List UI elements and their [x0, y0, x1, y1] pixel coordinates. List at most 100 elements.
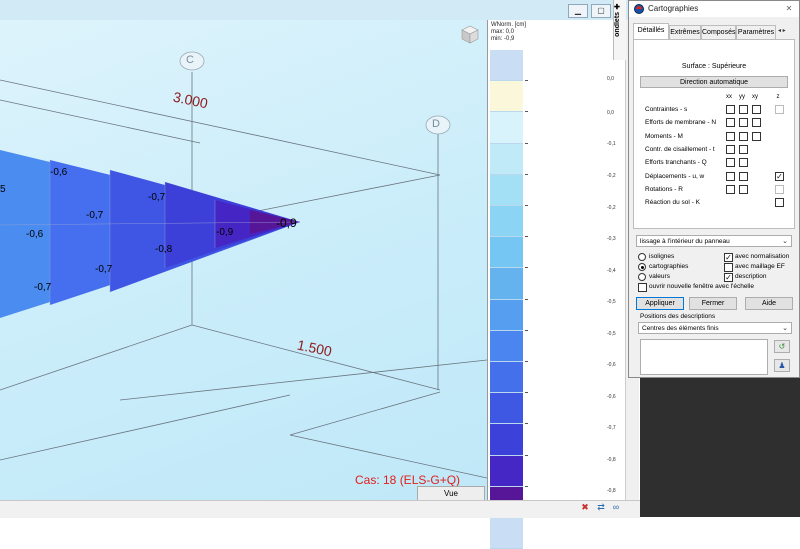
- result-checkbox-yy[interactable]: [739, 158, 748, 168]
- legend-level: 0,0: [607, 110, 614, 116]
- legend-level: -0,5: [607, 299, 616, 305]
- legend-tick: [525, 173, 528, 175]
- result-checkbox-xx[interactable]: [726, 118, 735, 128]
- description-checkbox[interactable]: ✓: [724, 273, 733, 282]
- apply-button[interactable]: Appliquer: [636, 297, 684, 310]
- legend-tick: [525, 298, 528, 300]
- refresh-icon[interactable]: ↺: [774, 340, 790, 353]
- tab-scroll-arrows[interactable]: ◂ ▸: [778, 27, 786, 34]
- result-checkbox-z[interactable]: [775, 198, 784, 208]
- legend-level: -0,7: [607, 425, 616, 431]
- link-icon[interactable]: ⇄: [594, 502, 608, 513]
- column-header-yy: yy: [739, 94, 745, 100]
- tab-composes[interactable]: Composés: [701, 25, 736, 39]
- view-cube-icon: [461, 25, 479, 44]
- 3d-viewport[interactable]: C D 3.000 1.500 -0,6 -0,7 -0,6 -0,7 -0,7…: [0, 0, 487, 500]
- legend-min: min: -0,9: [491, 36, 515, 42]
- fe-mesh-label: avec maillage EF: [735, 263, 785, 270]
- result-checkbox-yy[interactable]: [739, 131, 748, 141]
- result-type-label: Déplacements - u, w: [645, 172, 705, 180]
- result-checkbox-z[interactable]: ✓: [775, 171, 784, 181]
- help-button[interactable]: Aide: [745, 297, 793, 310]
- legend-level: -0,3: [607, 236, 616, 242]
- view-tab[interactable]: Vue: [417, 486, 485, 501]
- tab-parametres[interactable]: Paramètres: [736, 25, 776, 39]
- legend-color-cell: [490, 143, 523, 175]
- axis-label-d: D: [432, 118, 440, 130]
- result-checkbox-z[interactable]: [775, 105, 784, 114]
- result-type-label: Contr. de cisaillement - t: [645, 145, 715, 153]
- descriptions-position-select[interactable]: Centres des éléments finis ⌄: [638, 322, 792, 334]
- legend-level: -0,5: [607, 331, 616, 337]
- contour-value: -0,9: [216, 227, 234, 238]
- fe-mesh-checkbox[interactable]: [724, 263, 733, 272]
- legend-level: -0,4: [607, 268, 616, 274]
- tab-extremes[interactable]: Extrêmes: [669, 25, 701, 39]
- glasses-icon[interactable]: ∞: [609, 502, 623, 513]
- status-bar: [0, 500, 640, 518]
- legend-tick: [525, 361, 528, 362]
- cartographies-radio[interactable]: [638, 263, 646, 271]
- legend-color-cell: [490, 50, 523, 82]
- result-checkbox-yy[interactable]: [739, 105, 748, 114]
- legend-tick: [525, 205, 528, 206]
- users-icon[interactable]: ♟: [774, 359, 790, 372]
- normalization-checkbox[interactable]: ✓: [724, 253, 733, 262]
- result-checkbox-xx[interactable]: [726, 184, 735, 194]
- new-window-checkbox[interactable]: [638, 283, 647, 292]
- close-button[interactable]: Fermer: [689, 297, 737, 310]
- smoothing-select[interactable]: lissage à l'intérieur du panneau ⌄: [636, 235, 792, 247]
- legend-color-cell: [490, 424, 523, 456]
- descriptions-position-label: Positions des descriptions: [640, 313, 716, 320]
- result-checkbox-yy[interactable]: [739, 144, 748, 154]
- result-checkbox-xx[interactable]: [726, 105, 735, 114]
- result-checkbox-xx[interactable]: [726, 131, 735, 141]
- app-logo-icon: [634, 4, 644, 14]
- legend-color-cell: [490, 455, 523, 487]
- result-checkbox-yy[interactable]: [739, 118, 748, 128]
- contour-value: -0,8: [155, 244, 173, 255]
- legend-color-cell: [490, 81, 523, 113]
- legend-tick: [525, 392, 528, 394]
- cross-icon[interactable]: ✖: [578, 502, 592, 513]
- result-checkbox-xx[interactable]: [726, 144, 735, 154]
- dialog-titlebar[interactable]: Cartographies ✕: [629, 1, 799, 17]
- legend-color-cell: [490, 518, 523, 549]
- legend-level: -0,6: [607, 362, 616, 368]
- result-checkbox-z[interactable]: [775, 184, 784, 194]
- legend-color-cell: [490, 237, 523, 269]
- result-checkbox-xy[interactable]: [752, 105, 761, 114]
- result-checkbox-yy[interactable]: [739, 171, 748, 181]
- result-type-label: Moments - M: [645, 132, 683, 140]
- description-label: description: [735, 273, 767, 280]
- cartographies-label: cartographies: [649, 263, 689, 270]
- contour-value: -0,7: [148, 192, 166, 203]
- legend-tick: [525, 111, 528, 113]
- legend-tick: [525, 485, 528, 487]
- legend-level: -0,8: [607, 488, 616, 494]
- desktop-background: [640, 378, 800, 517]
- legend-max: max: 0,0: [491, 29, 515, 35]
- smoothing-select-value: lissage à l'intérieur du panneau: [640, 238, 730, 245]
- minimize-button[interactable]: ▁: [568, 4, 588, 18]
- direction-auto-button[interactable]: Direction automatique: [640, 76, 788, 88]
- result-checkbox-xx[interactable]: [726, 171, 735, 181]
- maximize-button[interactable]: ▢: [591, 4, 611, 18]
- result-checkbox-yy[interactable]: [739, 184, 748, 194]
- close-icon[interactable]: ✕: [782, 3, 796, 15]
- values-radio[interactable]: [638, 273, 646, 281]
- description-textbox[interactable]: [640, 339, 768, 375]
- tab-details[interactable]: Détaillés: [633, 23, 669, 40]
- isolines-radio[interactable]: [638, 253, 646, 261]
- model-canvas[interactable]: [0, 0, 487, 500]
- legend-color-cell: [490, 362, 523, 394]
- result-checkbox-xy[interactable]: [752, 118, 761, 128]
- dialog-title: Cartographies: [648, 4, 699, 13]
- descriptions-select-value: Centres des éléments finis: [642, 325, 719, 332]
- viewport-top-strip: ▁ ▢: [0, 0, 640, 20]
- side-strip[interactable]: ondlets ✚: [613, 0, 626, 60]
- legend-color-cell: [490, 174, 523, 206]
- result-checkbox-xx[interactable]: [726, 158, 735, 168]
- contour-value: -0,7: [34, 282, 52, 293]
- result-checkbox-xy[interactable]: [752, 131, 761, 141]
